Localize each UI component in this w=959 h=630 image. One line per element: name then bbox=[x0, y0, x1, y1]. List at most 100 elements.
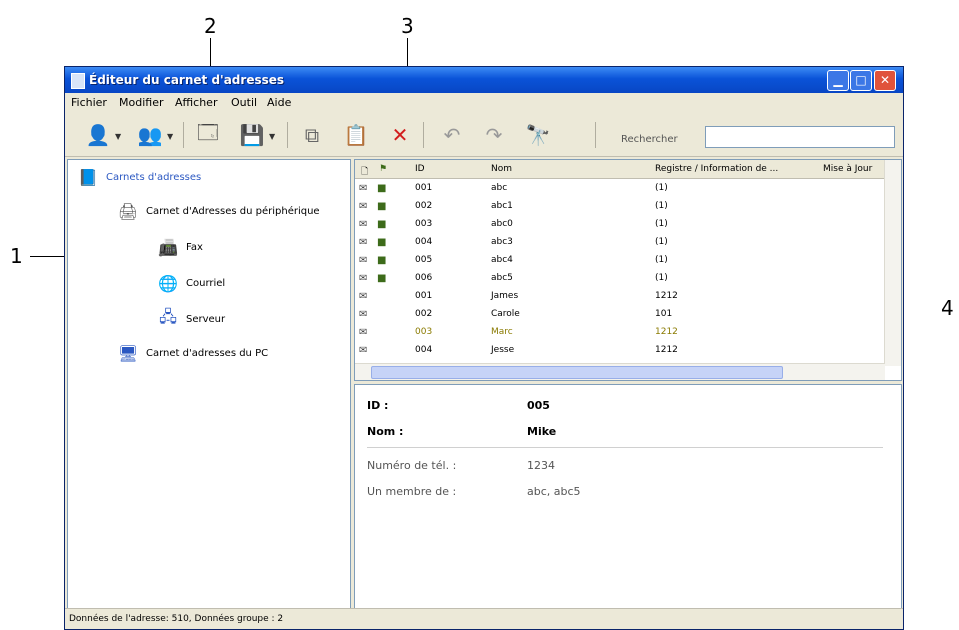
cell-id: 002 bbox=[415, 201, 433, 211]
menu-tools[interactable]: Outil bbox=[231, 96, 257, 109]
list-header: 🗋 ⚑ ID Nom Registre / Information de ...… bbox=[355, 160, 885, 179]
minimize-button[interactable]: ▁ bbox=[827, 70, 849, 91]
address-book-window: Éditeur du carnet d'adresses ▁ □ ✕ Fichi… bbox=[64, 66, 904, 630]
cell-info: (1) bbox=[655, 201, 668, 211]
cell-info: (1) bbox=[655, 219, 668, 229]
column-header-id[interactable]: ID bbox=[415, 164, 425, 174]
column-header-info[interactable]: Registre / Information de ... bbox=[655, 164, 778, 174]
name-label: Nom : bbox=[367, 425, 404, 438]
group-column-icon[interactable]: ⚑ bbox=[379, 164, 387, 174]
cell-info: (1) bbox=[655, 237, 668, 247]
contact-icon: ✉ bbox=[359, 291, 368, 302]
callout-4: 4 bbox=[941, 296, 954, 320]
callout-2: 2 bbox=[204, 14, 217, 38]
table-row[interactable]: ✉ ■ 006 abc5 (1) bbox=[355, 270, 885, 288]
undo-icon[interactable]: ↶ bbox=[439, 122, 465, 148]
group-icon: ■ bbox=[377, 183, 387, 194]
tree-label: Serveur bbox=[186, 313, 226, 325]
menu-edit[interactable]: Modifier bbox=[119, 96, 163, 109]
id-value: 005 bbox=[527, 399, 550, 412]
table-row[interactable]: ✉ 002 Carole 101 bbox=[355, 306, 885, 324]
group-icon: ■ bbox=[377, 237, 387, 248]
column-header-update[interactable]: Mise à Jour bbox=[823, 164, 872, 174]
table-row[interactable]: ✉ ■ 005 abc4 (1) bbox=[355, 252, 885, 270]
table-row[interactable]: ✉ ■ 002 abc1 (1) bbox=[355, 198, 885, 216]
tree-item-pc-book[interactable]: 🖥 Carnet d'adresses du PC bbox=[116, 340, 268, 366]
paste-icon[interactable]: 📋 bbox=[343, 122, 369, 148]
save-icon[interactable]: 💾 bbox=[239, 122, 265, 148]
app-icon bbox=[71, 73, 85, 89]
cell-name: Jesse bbox=[491, 345, 515, 355]
cell-info: (1) bbox=[655, 273, 668, 283]
title-bar[interactable]: Éditeur du carnet d'adresses ▁ □ ✕ bbox=[65, 67, 903, 93]
chevron-down-icon[interactable]: ▼ bbox=[115, 132, 121, 141]
redo-icon[interactable]: ↷ bbox=[481, 122, 507, 148]
status-bar: Données de l'adresse: 510, Données group… bbox=[65, 608, 903, 629]
properties-icon[interactable]: 🗔 bbox=[195, 120, 221, 148]
tree-item-fax[interactable]: 📠 Fax bbox=[156, 234, 203, 260]
delete-icon[interactable]: ✕ bbox=[387, 122, 413, 148]
tree-item-server[interactable]: 🖧 Serveur bbox=[156, 306, 225, 332]
new-entry-icon[interactable]: 👤 bbox=[85, 122, 111, 148]
maximize-button[interactable]: □ bbox=[850, 70, 872, 91]
menu-bar: Fichier Modifier Afficher Outil Aide bbox=[65, 93, 903, 113]
contact-icon: ✉ bbox=[359, 273, 368, 284]
table-row[interactable]: ✉ ■ 003 abc0 (1) bbox=[355, 216, 885, 234]
tree-item-email[interactable]: 🌐 Courriel bbox=[156, 270, 225, 296]
scrollbar-thumb[interactable] bbox=[371, 366, 783, 379]
find-icon[interactable]: 🔭 bbox=[525, 122, 551, 148]
cell-name: abc5 bbox=[491, 273, 513, 283]
cell-name: abc0 bbox=[491, 219, 513, 229]
callout-3: 3 bbox=[401, 14, 414, 38]
cell-id: 006 bbox=[415, 273, 433, 283]
table-row[interactable]: ✉ ■ 004 abc3 (1) bbox=[355, 234, 885, 252]
table-row[interactable]: ✉ 003 Marc 1212 bbox=[355, 324, 885, 342]
cell-id: 004 bbox=[415, 237, 433, 247]
cell-info: 1212 bbox=[655, 345, 678, 355]
toolbar-separator bbox=[595, 122, 596, 148]
type-column-icon[interactable]: 🗋 bbox=[361, 164, 368, 180]
contact-icon: ✉ bbox=[359, 219, 368, 230]
cell-id: 001 bbox=[415, 183, 433, 193]
horizontal-scrollbar[interactable] bbox=[355, 363, 885, 380]
search-label: Rechercher bbox=[621, 134, 678, 145]
tree-label: Courriel bbox=[186, 277, 226, 289]
id-label: ID : bbox=[367, 399, 389, 412]
tree-label: Carnet d'adresses du PC bbox=[146, 347, 269, 359]
member-value: abc, abc5 bbox=[527, 485, 581, 498]
cell-info: (1) bbox=[655, 255, 668, 265]
contact-icon: ✉ bbox=[359, 327, 368, 338]
cell-info: (1) bbox=[655, 183, 668, 193]
detail-divider bbox=[367, 447, 883, 448]
group-icon: ■ bbox=[377, 201, 387, 212]
cell-name: abc1 bbox=[491, 201, 513, 211]
table-row[interactable]: ✉ ■ 001 abc (1) bbox=[355, 180, 885, 198]
menu-help[interactable]: Aide bbox=[267, 96, 291, 109]
fax-icon: 📠 bbox=[158, 237, 178, 257]
address-book-icon: 📘 bbox=[78, 167, 98, 187]
menu-file[interactable]: Fichier bbox=[71, 96, 107, 109]
tree-item-address-books[interactable]: 📘 Carnets d'adresses bbox=[76, 164, 201, 190]
close-button[interactable]: ✕ bbox=[874, 70, 896, 91]
cell-name: Marc bbox=[491, 327, 513, 337]
new-group-icon[interactable]: 👥 bbox=[137, 122, 163, 148]
search-input[interactable] bbox=[705, 126, 895, 148]
chevron-down-icon[interactable]: ▼ bbox=[269, 132, 275, 141]
server-icon: 🖧 bbox=[159, 306, 177, 326]
menu-view[interactable]: Afficher bbox=[175, 96, 217, 109]
toolbar-separator bbox=[423, 122, 424, 148]
contact-icon: ✉ bbox=[359, 309, 368, 320]
table-row[interactable]: ✉ 001 James 1212 bbox=[355, 288, 885, 306]
copy-icon[interactable]: ⧉ bbox=[299, 122, 325, 148]
column-header-name[interactable]: Nom bbox=[491, 164, 512, 174]
cell-id: 003 bbox=[415, 327, 433, 337]
vertical-scrollbar[interactable] bbox=[884, 160, 901, 366]
tree-item-device-book[interactable]: 🖨 Carnet d'Adresses du périphérique bbox=[116, 198, 320, 224]
cell-name: James bbox=[491, 291, 519, 301]
table-row[interactable]: ✉ 004 Jesse 1212 bbox=[355, 342, 885, 360]
chevron-down-icon[interactable]: ▼ bbox=[167, 132, 173, 141]
cell-name: Carole bbox=[491, 309, 520, 319]
phone-value: 1234 bbox=[527, 459, 555, 472]
cell-name: abc3 bbox=[491, 237, 513, 247]
contact-icon: ✉ bbox=[359, 183, 368, 194]
